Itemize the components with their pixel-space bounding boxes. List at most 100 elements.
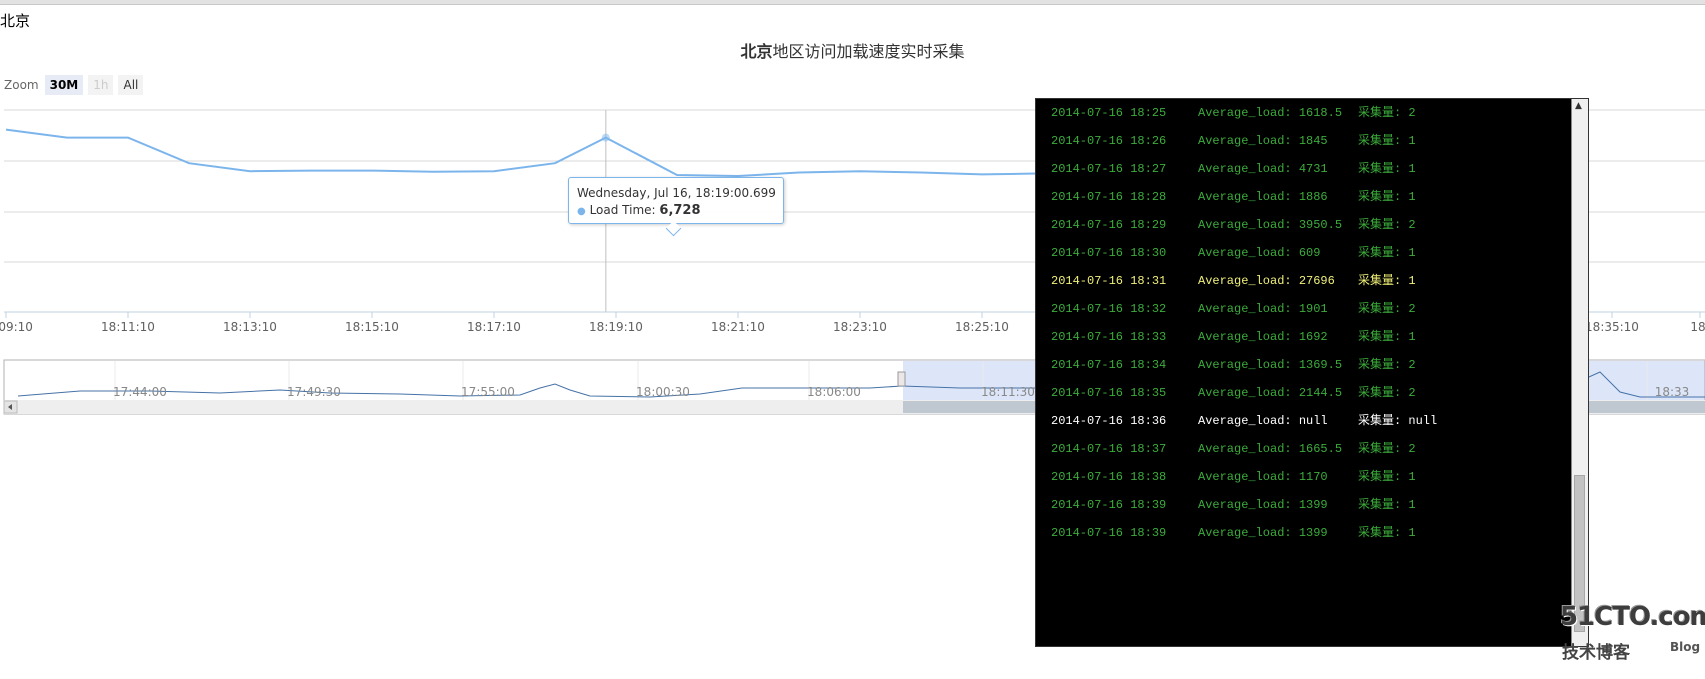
console-cnt: 采集量: 1: [1358, 274, 1416, 288]
console-date: 2014-07-16 18:35: [1051, 386, 1167, 400]
x-tick-label: 18:13:10: [223, 320, 277, 334]
navigator-tick-label: 18:11:30: [981, 385, 1035, 399]
console-avg: Average_load: null: [1198, 414, 1328, 428]
console-date: 2014-07-16 18:30: [1051, 246, 1167, 260]
navigator-tick-label: 17:55:00: [461, 385, 515, 399]
watermark-blog: Blog: [1670, 640, 1701, 654]
tooltip-series-label: Load Time:: [589, 203, 656, 217]
x-tick-label: 18:21:10: [711, 320, 765, 334]
console-avg: Average_load: 609: [1198, 246, 1321, 260]
console-date: 2014-07-16 18:31: [1051, 274, 1167, 288]
tooltip-date: Wednesday, Jul 16, 18:19:00.699: [577, 186, 776, 200]
console-line: 2014-07-16 18:37 Average_load: 1665.5 采集量:…: [1051, 435, 1437, 463]
console-line: 2014-07-16 18:31 Average_load: 27696 采集量: …: [1051, 267, 1437, 295]
console-avg: Average_load: 1399: [1198, 526, 1328, 540]
console-window: 2014-07-16 18:25 Average_load: 1618.5 采集量:…: [1035, 98, 1589, 647]
console-avg: Average_load: 27696: [1198, 274, 1335, 288]
x-tick-label: 18:17:10: [467, 320, 521, 334]
console-date: 2014-07-16 18:26: [1051, 134, 1167, 148]
console-avg: Average_load: 3950.5: [1198, 218, 1343, 232]
console-cnt: 采集量: 1: [1358, 162, 1416, 176]
console-avg: Average_load: 1399: [1198, 498, 1328, 512]
x-tick-label: 18:11:10: [101, 320, 155, 334]
console-date: 2014-07-16 18:25: [1051, 106, 1167, 120]
console-cnt: 采集量: 1: [1358, 246, 1416, 260]
x-tick-label: 18:23:10: [833, 320, 887, 334]
console-avg: Average_load: 1665.5: [1198, 442, 1343, 456]
data-point[interactable]: [601, 133, 610, 142]
x-tick-label: 18:19:10: [589, 320, 643, 334]
console-date: 2014-07-16 18:34: [1051, 358, 1167, 372]
console-avg: Average_load: 4731: [1198, 162, 1328, 176]
console-cnt: 采集量: 1: [1358, 470, 1416, 484]
console-date: 2014-07-16 18:38: [1051, 470, 1167, 484]
console-cnt: 采集量: 2: [1358, 442, 1416, 456]
console-avg: Average_load: 1845: [1198, 134, 1328, 148]
console-line: 2014-07-16 18:35 Average_load: 2144.5 采集量:…: [1051, 379, 1437, 407]
console-line: 2014-07-16 18:25 Average_load: 1618.5 采集量:…: [1051, 99, 1437, 127]
console-avg: Average_load: 1692: [1198, 330, 1328, 344]
navigator-tick-label: 17:49:30: [287, 385, 341, 399]
console-line: 2014-07-16 18:27 Average_load: 4731 采集量: 1: [1051, 155, 1437, 183]
console-date: 2014-07-16 18:28: [1051, 190, 1167, 204]
x-tick-label: 18:35:10: [1585, 320, 1639, 334]
console-date: 2014-07-16 18:37: [1051, 442, 1167, 456]
console-cnt: 采集量: 1: [1358, 134, 1416, 148]
console-cnt: 采集量: 2: [1358, 106, 1416, 120]
console-date: 2014-07-16 18:39: [1051, 498, 1167, 512]
console-avg: Average_load: 2144.5: [1198, 386, 1343, 400]
tooltip-value: 6,728: [659, 203, 701, 218]
console-avg: Average_load: 1369.5: [1198, 358, 1343, 372]
console-date: 2014-07-16 18:29: [1051, 218, 1167, 232]
console-line: 2014-07-16 18:26 Average_load: 1845 采集量: 1: [1051, 127, 1437, 155]
console-scrollbar[interactable]: ▲: [1571, 99, 1588, 646]
console-line: 2014-07-16 18:29 Average_load: 3950.5 采集量:…: [1051, 211, 1437, 239]
console-date: 2014-07-16 18:39: [1051, 526, 1167, 540]
chart-points: [601, 133, 610, 142]
console-output: 2014-07-16 18:25 Average_load: 1618.5 采集量:…: [1051, 99, 1437, 547]
console-line: 2014-07-16 18:36 Average_load: null 采集量: n…: [1051, 407, 1437, 435]
console-cnt: 采集量: 1: [1358, 526, 1416, 540]
console-avg: Average_load: 1618.5: [1198, 106, 1343, 120]
x-tick-label: 18:25:10: [955, 320, 1009, 334]
navigator-tick-label: 18:06:00: [807, 385, 861, 399]
console-date: 2014-07-16 18:32: [1051, 302, 1167, 316]
scroll-up-arrow-icon[interactable]: ▲: [1575, 101, 1582, 111]
console-line: 2014-07-16 18:28 Average_load: 1886 采集量: 1: [1051, 183, 1437, 211]
watermark-cn: 技术博客: [1562, 643, 1630, 663]
console-cnt: 采集量: 1: [1358, 330, 1416, 344]
console-line: 2014-07-16 18:39 Average_load: 1399 采集量: 1: [1051, 491, 1437, 519]
console-line: 2014-07-16 18:38 Average_load: 1170 采集量: 1: [1051, 463, 1437, 491]
navigator-tick-label: 18:00:30: [636, 385, 690, 399]
console-line: 2014-07-16 18:30 Average_load: 609 采集量: 1: [1051, 239, 1437, 267]
x-tick-label: 18:15:10: [345, 320, 399, 334]
console-cnt: 采集量: 1: [1358, 190, 1416, 204]
console-avg: Average_load: 1886: [1198, 190, 1328, 204]
console-date: 2014-07-16 18:33: [1051, 330, 1167, 344]
series-line-load-time: [5, 128, 1044, 178]
console-cnt: 采集量: 2: [1358, 386, 1416, 400]
console-avg: Average_load: 1901: [1198, 302, 1328, 316]
navigator-tick-label: 18:33: [1655, 385, 1690, 399]
console-line: 2014-07-16 18:39 Average_load: 1399 采集量: 1: [1051, 519, 1437, 547]
navigator-handle-left[interactable]: [897, 371, 906, 387]
console-cnt: 采集量: 1: [1358, 498, 1416, 512]
x-tick-label: 18:: [1690, 320, 1705, 334]
console-cnt: 采集量: 2: [1358, 358, 1416, 372]
chart-tooltip: Wednesday, Jul 16, 18:19:00.699 ● Load T…: [568, 177, 784, 224]
watermark-logo: 51CTO.com 技术博客 Blog: [1560, 602, 1705, 663]
console-line: 2014-07-16 18:32 Average_load: 1901 采集量: 2: [1051, 295, 1437, 323]
console-avg: Average_load: 1170: [1198, 470, 1328, 484]
console-cnt: 采集量: 2: [1358, 302, 1416, 316]
watermark-domain: 51CTO.com: [1560, 602, 1705, 632]
console-line: 2014-07-16 18:33 Average_load: 1692 采集量: 1: [1051, 323, 1437, 351]
console-cnt: 采集量: null: [1358, 414, 1438, 428]
console-date: 2014-07-16 18:36: [1051, 414, 1167, 428]
series-dot-icon: ●: [577, 206, 586, 217]
console-line: 2014-07-16 18:34 Average_load: 1369.5 采集量:…: [1051, 351, 1437, 379]
console-cnt: 采集量: 2: [1358, 218, 1416, 232]
console-date: 2014-07-16 18:27: [1051, 162, 1167, 176]
navigator-tick-label: 17:44:00: [113, 385, 167, 399]
x-tick-label: 18:09:10: [0, 320, 33, 334]
tooltip-row: ● Load Time: 6,728: [577, 203, 783, 218]
